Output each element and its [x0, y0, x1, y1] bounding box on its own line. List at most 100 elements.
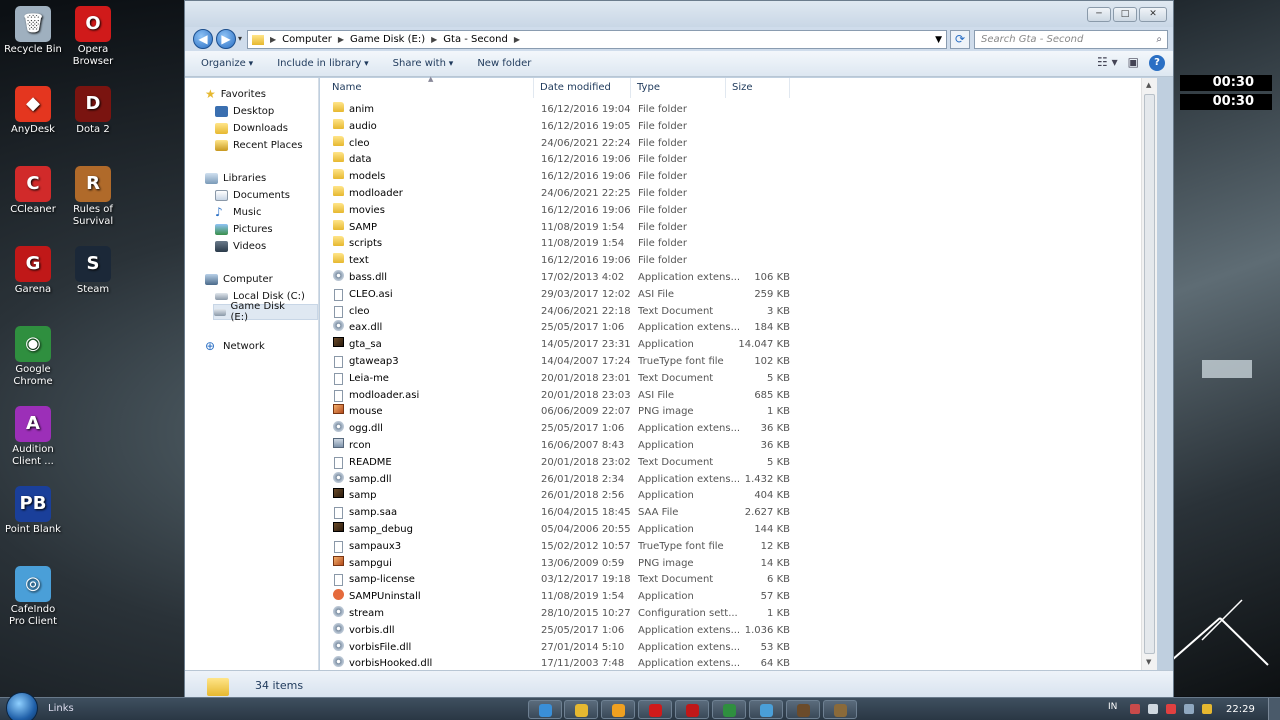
new-folder-button[interactable]: New folder: [473, 56, 535, 71]
file-row[interactable]: CLEO.asi 29/03/2017 12:02 ASI File 259 KB: [330, 287, 790, 304]
file-row[interactable]: models 16/12/2016 19:06 File folder: [330, 169, 790, 186]
desktop-icon-cafeindo-pro-client[interactable]: ◎ CafeIndo Pro Client: [2, 566, 64, 628]
scroll-up-arrow-icon[interactable]: ▲: [1146, 81, 1151, 89]
file-row[interactable]: samp-license 03/12/2017 19:18 Text Documen…: [330, 572, 790, 589]
show-desktop-button[interactable]: [1268, 698, 1280, 720]
column-header-date[interactable]: Date modified: [534, 78, 631, 98]
file-row[interactable]: audio 16/12/2016 19:05 File folder: [330, 118, 790, 136]
scroll-down-arrow-icon[interactable]: ▼: [1146, 658, 1151, 666]
file-row[interactable]: movies 16/12/2016 19:06 File folder: [330, 202, 790, 220]
breadcrumb-game-disk[interactable]: Game Disk (E:): [350, 34, 425, 45]
taskbar-app-button[interactable]: [786, 700, 820, 719]
file-row[interactable]: vorbis.dll 25/05/2017 1:06 Application ext…: [330, 622, 790, 640]
close-button[interactable]: ✕: [1139, 7, 1167, 22]
file-row[interactable]: cleo 24/06/2021 22:18 Text Document 3 KB: [330, 304, 790, 321]
minimize-button[interactable]: ─: [1087, 7, 1111, 22]
file-row[interactable]: ogg.dll 25/05/2017 1:06 Application extens…: [330, 421, 790, 438]
file-row[interactable]: rcon 16/06/2007 8:43 Application 36 KB: [330, 438, 790, 455]
desktop-icon-recycle-bin[interactable]: 🗑 Recycle Bin: [2, 6, 64, 56]
breadcrumb-separator-icon[interactable]: ▶: [431, 35, 437, 44]
taskbar-app-button[interactable]: [749, 700, 783, 719]
nav-network[interactable]: ⊕ Network: [205, 338, 265, 354]
file-row[interactable]: samp 26/01/2018 2:56 Application 404 KB: [330, 488, 790, 505]
recent-pages-dropdown[interactable]: ▾: [238, 34, 242, 43]
nav-videos[interactable]: Videos: [215, 238, 266, 254]
desktop-icon-steam[interactable]: S Steam: [62, 246, 124, 296]
back-button[interactable]: ◀: [193, 29, 213, 49]
taskbar-app-button[interactable]: [712, 700, 746, 719]
start-button[interactable]: [6, 692, 38, 720]
volume-icon[interactable]: [1184, 704, 1194, 714]
file-row[interactable]: gta_sa 14/05/2017 23:31 Application 14.047 …: [330, 337, 790, 354]
address-dropdown-icon[interactable]: ▼: [935, 35, 942, 45]
vertical-scrollbar[interactable]: ▲ ▼: [1141, 78, 1157, 670]
change-view-icon[interactable]: ☷ ▾: [1097, 55, 1118, 71]
desktop-icon-anydesk[interactable]: ◆ AnyDesk: [2, 86, 64, 136]
nav-recent-places[interactable]: Recent Places: [215, 137, 303, 153]
file-row[interactable]: sampaux3 15/02/2012 10:57 TrueType font fi…: [330, 539, 790, 556]
file-row[interactable]: cleo 24/06/2021 22:24 File folder: [330, 135, 790, 153]
taskbar-app-button[interactable]: [638, 700, 672, 719]
file-row[interactable]: vorbisFile.dll 27/01/2014 5:10 Application…: [330, 639, 790, 657]
file-row[interactable]: Leia-me 20/01/2018 23:01 Text Document 5 KB: [330, 371, 790, 388]
breadcrumb-gta-second[interactable]: Gta - Second: [443, 34, 508, 45]
nav-downloads[interactable]: Downloads: [215, 120, 288, 136]
taskbar-app-button[interactable]: [823, 700, 857, 719]
file-row[interactable]: text 16/12/2016 19:06 File folder: [330, 253, 790, 270]
desktop-icon-rules-of-survival[interactable]: R Rules of Survival: [62, 166, 124, 228]
preview-pane-icon[interactable]: ▣: [1128, 55, 1139, 71]
nav-desktop[interactable]: Desktop: [215, 103, 274, 119]
nav-favorites[interactable]: ★ Favorites: [205, 86, 266, 102]
breadcrumb-separator-icon[interactable]: ▶: [270, 35, 276, 44]
nav-libraries[interactable]: Libraries: [205, 170, 266, 186]
search-icon[interactable]: ⌕: [1156, 31, 1162, 48]
share-with-button[interactable]: Share with: [389, 56, 458, 71]
desktop-icon-google-chrome[interactable]: ◉ Google Chrome: [2, 326, 64, 388]
breadcrumb-computer[interactable]: Computer: [282, 34, 332, 45]
column-header-size[interactable]: Size: [726, 78, 790, 98]
column-header-type[interactable]: Type: [631, 78, 726, 98]
include-in-library-button[interactable]: Include in library: [273, 56, 372, 71]
file-row[interactable]: gtaweap3 14/04/2007 17:24 TrueType font fi…: [330, 354, 790, 371]
organize-button[interactable]: Organize: [197, 56, 257, 71]
file-row[interactable]: SAMP 11/08/2019 1:54 File folder: [330, 219, 790, 237]
file-row[interactable]: mouse 06/06/2009 22:07 PNG image 1 KB: [330, 404, 790, 421]
desktop-icon-audition-client[interactable]: A Audition Client ...: [2, 406, 64, 468]
nav-music[interactable]: ♪ Music: [215, 204, 261, 220]
taskbar-app-button[interactable]: [564, 700, 598, 719]
breadcrumb-separator-icon[interactable]: ▶: [338, 35, 344, 44]
nav-documents[interactable]: Documents: [215, 187, 290, 203]
desktop-icon-point-blank[interactable]: PB Point Blank: [2, 486, 64, 536]
file-row[interactable]: sampgui 13/06/2009 0:59 PNG image 14 KB: [330, 555, 790, 573]
file-row[interactable]: data 16/12/2016 19:06 File folder: [330, 152, 790, 169]
action-center-icon[interactable]: [1130, 704, 1140, 714]
scrollbar-thumb[interactable]: [1144, 94, 1155, 654]
file-row[interactable]: README 20/01/2018 23:02 Text Document 5 KB: [330, 455, 790, 472]
search-input[interactable]: Search Gta - Second ⌕: [974, 30, 1168, 49]
file-row[interactable]: anim 16/12/2016 19:04 File folder: [330, 102, 790, 119]
taskbar-app-button[interactable]: [528, 700, 562, 719]
breadcrumb-separator-icon[interactable]: ▶: [514, 35, 520, 44]
file-row[interactable]: modloader 24/06/2021 22:25 File folder: [330, 186, 790, 203]
file-row[interactable]: modloader.asi 20/01/2018 23:03 ASI File 685…: [330, 388, 790, 405]
maximize-button[interactable]: □: [1113, 7, 1137, 22]
desktop-icon-ccleaner[interactable]: C CCleaner: [2, 166, 64, 216]
update-icon[interactable]: [1166, 704, 1176, 714]
links-toolbar[interactable]: Links: [48, 703, 74, 714]
file-row[interactable]: samp_debug 05/04/2006 20:55 Application 144…: [330, 522, 790, 539]
help-icon[interactable]: ?: [1149, 55, 1165, 71]
taskbar-app-button[interactable]: [675, 700, 709, 719]
file-row[interactable]: scripts 11/08/2019 1:54 File folder: [330, 236, 790, 253]
taskbar-clock[interactable]: 22:29: [1226, 704, 1255, 715]
desktop-icon-garena[interactable]: G Garena: [2, 246, 64, 296]
file-row[interactable]: samp.saa 16/04/2015 18:45 SAA File 2.627 KB: [330, 505, 790, 522]
forward-button[interactable]: ▶: [216, 29, 236, 49]
refresh-button[interactable]: ⟳: [950, 30, 970, 49]
file-row[interactable]: SAMPUninstall 11/08/2019 1:54 Application 5…: [330, 589, 790, 606]
address-bar[interactable]: ▶ Computer ▶ Game Disk (E:) ▶ Gta - Seco…: [247, 30, 947, 49]
file-row[interactable]: stream 28/10/2015 10:27 Configuration sett…: [330, 606, 790, 623]
nav-pictures[interactable]: Pictures: [215, 221, 273, 237]
taskbar-app-button[interactable]: [601, 700, 635, 719]
file-row[interactable]: eax.dll 25/05/2017 1:06 Application extens…: [330, 320, 790, 337]
nav-game-disk-e[interactable]: Game Disk (E:): [213, 301, 318, 323]
